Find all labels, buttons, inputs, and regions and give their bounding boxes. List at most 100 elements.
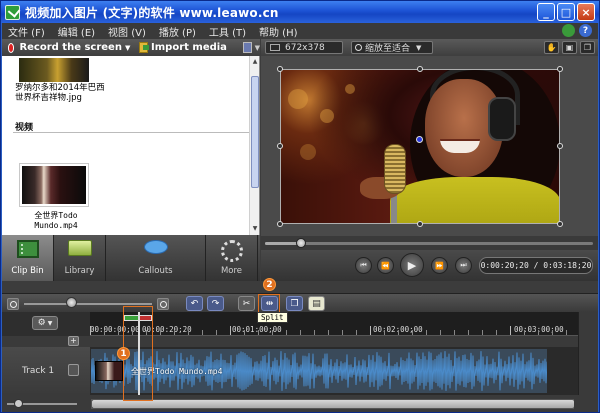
video-thumbnail[interactable] xyxy=(19,163,89,207)
scroll-up-icon[interactable]: ▲ xyxy=(251,58,259,66)
clip-bin-scrollbar[interactable]: ▲ ▼ xyxy=(249,56,259,235)
headphone-icon xyxy=(488,97,516,141)
menu-view[interactable]: 视图 (V) xyxy=(108,24,146,39)
timeline-zoom-track[interactable] xyxy=(24,303,152,305)
import-icon xyxy=(139,42,149,53)
ruler-tick xyxy=(356,330,357,335)
ruler-tick xyxy=(384,330,385,335)
fast-forward-icon[interactable]: ⏩ xyxy=(431,257,448,274)
menu-edit[interactable]: 编辑 (E) xyxy=(58,24,95,39)
play-button[interactable]: ▶ xyxy=(400,253,424,277)
cut-icon[interactable]: ✂ xyxy=(238,296,255,311)
scrub-track[interactable] xyxy=(265,242,593,245)
scroll-down-icon[interactable]: ▼ xyxy=(251,225,259,233)
record-dropdown-icon[interactable]: ▼ xyxy=(125,44,130,52)
resize-handle[interactable] xyxy=(557,221,563,227)
ruler-tick xyxy=(90,326,91,335)
preview-canvas[interactable] xyxy=(261,56,598,236)
rewind-icon[interactable]: ⏪ xyxy=(377,257,394,274)
timeline-zoom-handle[interactable] xyxy=(66,297,77,308)
timeline-settings-button[interactable]: ⚙ ▼ xyxy=(32,316,58,330)
timeline-ruler-row: ⚙ ▼ 00:00:00;00 00:00:20;20 00:01:00;00 … xyxy=(2,312,598,336)
image-thumbnail[interactable] xyxy=(19,58,89,82)
bokeh-light xyxy=(288,89,308,109)
split-highlight-box xyxy=(258,294,280,313)
rotate-handle[interactable] xyxy=(416,136,423,143)
close-button[interactable]: × xyxy=(577,3,595,21)
menu-play[interactable]: 播放 (P) xyxy=(159,24,196,39)
tab-label: More xyxy=(220,266,243,276)
app-window: 视频加入图片 (文字)的软件 www.leawo.cn _ □ × 文件 (F)… xyxy=(0,0,600,413)
tab-clip-bin[interactable]: Clip Bin xyxy=(2,235,54,281)
title-bar[interactable]: 视频加入图片 (文字)的软件 www.leawo.cn _ □ × xyxy=(1,1,599,23)
speech-bubble-icon xyxy=(143,240,168,254)
chevron-down-icon: ▼ xyxy=(416,43,422,52)
maximize-button[interactable]: □ xyxy=(557,3,575,21)
timeline-hscroll-track[interactable] xyxy=(91,399,574,409)
timeline-ruler[interactable]: 00:00:00;00 00:00:20;20 00:01:00;00 00:0… xyxy=(90,312,578,336)
zoom-out-icon[interactable] xyxy=(7,298,19,310)
resize-handle[interactable] xyxy=(417,221,423,227)
tab-library[interactable]: Library xyxy=(54,235,106,281)
scrub-handle[interactable] xyxy=(296,238,307,248)
section-divider xyxy=(13,132,249,133)
paste-icon[interactable]: ▤ xyxy=(308,296,325,311)
redo-icon[interactable]: ↷ xyxy=(207,296,224,311)
media-clip[interactable]: 全世界Todo Mundo.mp4 xyxy=(91,349,547,393)
ruler-tick xyxy=(510,326,511,335)
add-track-button[interactable]: + xyxy=(68,336,79,346)
import-media-button[interactable]: Import media xyxy=(151,42,227,53)
ruler-tick xyxy=(426,330,427,335)
ruler-tick xyxy=(188,330,189,335)
resize-handle[interactable] xyxy=(557,143,563,149)
resize-handle[interactable] xyxy=(417,66,423,72)
resize-handle[interactable] xyxy=(277,143,283,149)
ruler-tick xyxy=(454,330,455,335)
crop-icon[interactable]: ▣ xyxy=(562,41,577,54)
film-icon xyxy=(16,240,39,258)
skip-back-icon[interactable]: ⏮ xyxy=(355,257,372,274)
ruler-tick xyxy=(300,330,301,335)
zoom-label: 缩放至适合 xyxy=(365,44,411,54)
ruler-tick xyxy=(244,330,245,335)
menu-help[interactable]: 帮助 (H) xyxy=(259,24,298,39)
video-frame[interactable] xyxy=(280,69,560,224)
online-status-icon[interactable] xyxy=(562,24,575,37)
copy-icon[interactable]: ❐ xyxy=(286,296,303,311)
resize-handle[interactable] xyxy=(277,221,283,227)
ruler-tick xyxy=(328,330,329,335)
gear-icon: ⚙ xyxy=(37,318,46,328)
undo-icon[interactable]: ↶ xyxy=(186,296,203,311)
pan-hand-icon[interactable]: ✋ xyxy=(544,41,559,54)
window-controls: _ □ × xyxy=(537,3,595,21)
tab-more[interactable]: More xyxy=(206,235,258,281)
timeline-hscroll-thumb[interactable] xyxy=(92,400,574,408)
ruler-tick xyxy=(202,330,203,335)
ruler-tick xyxy=(370,326,371,335)
record-screen-button[interactable]: Record the screen xyxy=(19,42,122,53)
zoom-dropdown[interactable]: 缩放至适合 ▼ xyxy=(351,41,433,54)
skip-end-icon[interactable]: ⏭ xyxy=(455,257,472,274)
resize-handle[interactable] xyxy=(277,66,283,72)
tab-callouts[interactable]: Callouts xyxy=(106,235,206,281)
ruler-tick xyxy=(468,330,469,335)
canvas-size-button[interactable]: 672x378 xyxy=(265,41,343,54)
help-icon[interactable]: ? xyxy=(579,24,592,37)
record-icon xyxy=(8,42,15,53)
track-height-handle[interactable] xyxy=(14,399,23,408)
resize-handle[interactable] xyxy=(557,66,563,72)
lock-icon[interactable] xyxy=(68,364,79,376)
view-dropdown-icon[interactable]: ▼ xyxy=(255,44,260,52)
view-mode-icon[interactable] xyxy=(242,42,252,53)
tab-label: Library xyxy=(64,266,95,276)
zoom-in-icon[interactable] xyxy=(157,298,169,310)
track-header[interactable]: Track 1 xyxy=(2,347,90,395)
timeline-vertical-scrollbar[interactable] xyxy=(578,312,598,395)
detach-preview-icon[interactable]: ❐ xyxy=(580,41,595,54)
menu-tools[interactable]: 工具 (T) xyxy=(209,24,246,39)
minimize-button[interactable]: _ xyxy=(537,3,555,21)
ruler-tick xyxy=(104,330,105,335)
scroll-thumb[interactable] xyxy=(251,76,259,188)
menu-file[interactable]: 文件 (F) xyxy=(8,24,45,39)
scrub-bar[interactable] xyxy=(261,236,598,250)
